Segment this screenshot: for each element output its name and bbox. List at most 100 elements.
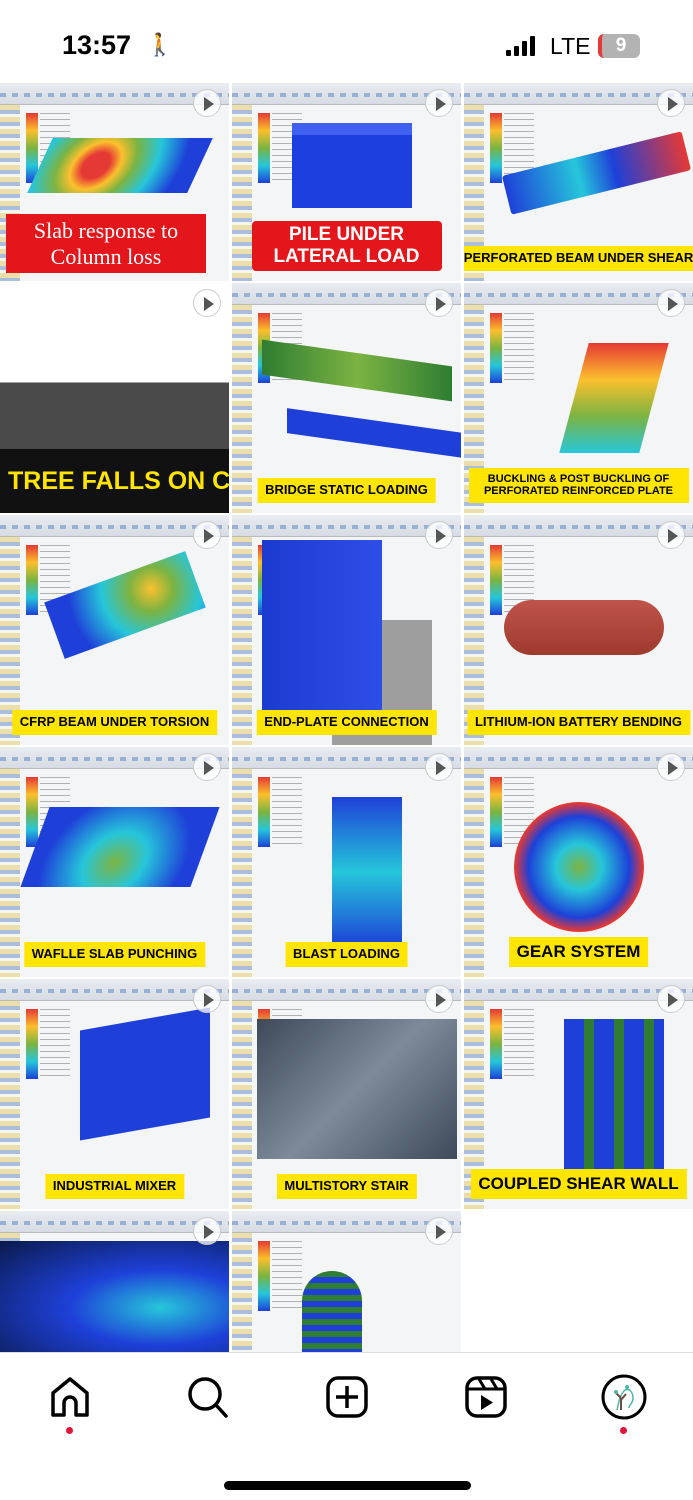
reel-icon [425, 985, 453, 1013]
post-thumbnail[interactable]: COUPLED SHEAR WALL [464, 979, 693, 1209]
post-thumbnail[interactable]: BRIDGE STATIC LOADING [232, 283, 461, 513]
app-sidebar [232, 105, 252, 281]
post-thumbnail[interactable]: WAFLLE SLAB PUNCHING [0, 747, 229, 977]
reel-icon [657, 985, 685, 1013]
color-legend [258, 777, 270, 847]
reel-icon [425, 1217, 453, 1245]
fea-model [332, 797, 402, 947]
home-icon[interactable] [48, 1375, 92, 1419]
post-caption: LITHIUM-ION BATTERY BENDING [466, 710, 691, 735]
fea-model [27, 138, 213, 193]
app-sidebar [232, 1001, 252, 1209]
reels-icon[interactable] [464, 1375, 508, 1419]
post-thumbnail[interactable]: MULTISTORY STAIR [232, 979, 461, 1209]
post-caption: BUCKLING & POST BUCKLING OF PERFORATED R… [468, 467, 689, 503]
post-caption: PERFORATED BEAM UNDER SHEAR [464, 246, 693, 271]
post-thumbnail[interactable]: BUCKLING & POST BUCKLING OF PERFORATED R… [464, 283, 693, 513]
post-thumbnail[interactable]: INDUSTRIAL MIXER [0, 979, 229, 1209]
fea-model [564, 1019, 664, 1169]
app-sidebar [232, 537, 252, 745]
reel-icon [193, 753, 221, 781]
legend-values [40, 1009, 70, 1079]
status-bar: 13:57 🚶 LTE 9 [0, 0, 693, 83]
app-sidebar [232, 305, 252, 513]
post-thumbnail[interactable] [232, 1211, 461, 1352]
app-sidebar [232, 769, 252, 977]
post-thumbnail[interactable] [0, 1211, 229, 1352]
reel-icon [425, 753, 453, 781]
color-legend [258, 1241, 270, 1311]
color-legend [26, 777, 38, 847]
post-caption: INDUSTRIAL MIXER [44, 1174, 185, 1199]
post-thumbnail[interactable]: PERFORATED BEAM UNDER SHEAR [464, 83, 693, 281]
fea-model [504, 600, 664, 655]
reel-icon [657, 289, 685, 317]
color-legend [490, 313, 502, 383]
create-icon[interactable] [325, 1375, 369, 1419]
post-thumbnail[interactable]: CFRP BEAM UNDER TORSION [0, 515, 229, 745]
profile-notification-dot [620, 1427, 627, 1434]
legend-values [504, 1009, 534, 1079]
post-caption: BRIDGE STATIC LOADING [257, 478, 436, 503]
post-caption: END-PLATE CONNECTION [256, 710, 437, 735]
post-caption: TREE FALLS ON CAR [0, 449, 229, 513]
person-icon: 🚶 [146, 32, 174, 57]
reel-icon [657, 89, 685, 117]
search-icon[interactable] [186, 1375, 230, 1419]
app-sidebar [0, 769, 20, 977]
reel-icon [657, 521, 685, 549]
post-thumbnail[interactable]: PILE UNDER LATERAL LOAD [232, 83, 461, 281]
post-thumbnail[interactable]: Slab response to Column loss [0, 83, 229, 281]
reel-icon [657, 753, 685, 781]
post-thumbnail[interactable]: LITHIUM-ION BATTERY BENDING [464, 515, 693, 745]
post-thumbnail[interactable]: GEAR SYSTEM [464, 747, 693, 977]
post-caption: WAFLLE SLAB PUNCHING [23, 942, 206, 967]
reel-icon [193, 985, 221, 1013]
post-caption: COUPLED SHEAR WALL [470, 1169, 687, 1199]
fea-model [262, 540, 382, 710]
posts-grid: Slab response to Column loss PILE UNDER L… [0, 83, 693, 1352]
post-caption: GEAR SYSTEM [508, 937, 649, 967]
battery-icon: 9 [598, 34, 640, 58]
reel-icon [425, 289, 453, 317]
post-caption: MULTISTORY STAIR [276, 1174, 417, 1199]
app-sidebar [464, 769, 484, 977]
profile-avatar[interactable] [601, 1374, 647, 1420]
color-legend [26, 1009, 38, 1079]
reel-icon [425, 89, 453, 117]
post-caption: BLAST LOADING [285, 942, 408, 967]
post-caption: PILE UNDER LATERAL LOAD [251, 221, 442, 271]
fea-model [80, 1007, 210, 1141]
post-caption: Slab response to Column loss [6, 214, 206, 273]
post-thumbnail[interactable]: BLAST LOADING [232, 747, 461, 977]
status-time: 13:57 [62, 30, 132, 60]
fea-model [302, 1271, 362, 1352]
fea-model [262, 339, 452, 402]
home-indicator [224, 1481, 471, 1490]
fea-model [0, 1241, 229, 1352]
color-legend [490, 1009, 502, 1079]
fea-model [257, 1019, 457, 1159]
color-legend [26, 545, 38, 615]
fea-model [292, 123, 412, 208]
fea-model [514, 802, 644, 932]
app-sidebar [0, 1001, 20, 1209]
home-notification-dot [66, 1427, 73, 1434]
legend-values [272, 777, 302, 847]
fea-model [20, 807, 220, 887]
reel-icon [193, 289, 221, 317]
app-sidebar [232, 1233, 252, 1352]
reel-icon [193, 1217, 221, 1245]
color-legend [490, 545, 502, 615]
fea-model [559, 343, 669, 453]
signal-icon [506, 36, 535, 56]
color-legend [490, 113, 502, 183]
post-thumbnail[interactable]: TREE FALLS ON CAR [0, 283, 229, 513]
color-legend [258, 113, 270, 183]
bottom-nav [0, 1352, 693, 1500]
reel-icon [193, 521, 221, 549]
legend-values [504, 313, 534, 383]
post-thumbnail[interactable]: END-PLATE CONNECTION [232, 515, 461, 745]
reel-icon [193, 89, 221, 117]
color-legend [490, 777, 502, 847]
